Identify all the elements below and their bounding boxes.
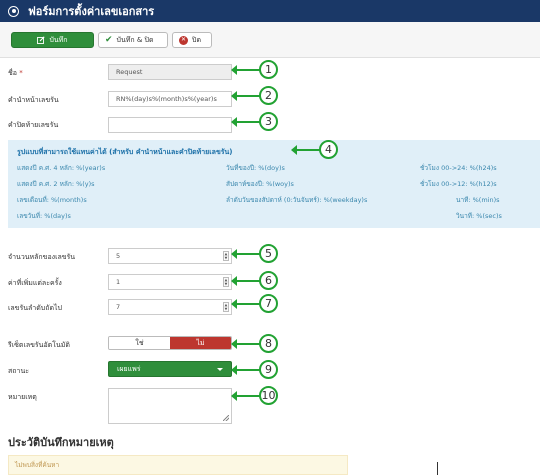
required-marker: * xyxy=(19,69,23,77)
prefix-label: คำนำหน้าเลขรัน xyxy=(8,96,59,104)
callout-arrow xyxy=(231,65,260,75)
note-label: หมายเหตุ xyxy=(8,393,37,401)
next-number-label: เลขรันลำดับถัดไป xyxy=(8,304,62,312)
increment-stepper[interactable]: 1 ▲ ▼ xyxy=(108,274,232,290)
padding-value: 5 xyxy=(116,252,121,260)
increment-value: 1 xyxy=(116,278,121,286)
status-value: เผยแพร่ xyxy=(117,364,141,373)
note-textarea[interactable] xyxy=(108,388,232,424)
padding-label: จำนวนหลักของเลขรัน xyxy=(8,253,76,261)
save-close-button[interactable]: ✔ บันทึก & ปิด xyxy=(98,32,168,48)
callout-marker: 1 xyxy=(259,60,278,79)
variable-year4: แสดงปี ค.ศ. 4 หลัก: %(year)s xyxy=(17,164,106,172)
history-title: ประวัติบันทึกหมายเหตุ xyxy=(8,436,114,449)
variable-min: นาที: %(min)s xyxy=(456,196,500,204)
callout-marker: 5 xyxy=(259,244,278,263)
callout-arrow xyxy=(231,365,260,375)
toolbar: บันทึก ✔ บันทึก & ปิด ✕ ปิด xyxy=(0,22,540,58)
callout-arrow xyxy=(231,299,260,309)
callout-marker: 8 xyxy=(259,334,278,353)
save-button-label: บันทึก xyxy=(49,35,68,44)
callout-marker: 7 xyxy=(259,294,278,313)
callout-arrow xyxy=(231,117,260,127)
reset-no-option[interactable]: ไม่ xyxy=(170,337,231,349)
callout-arrow xyxy=(231,339,260,349)
suffix-field[interactable] xyxy=(108,117,232,133)
close-button[interactable]: ✕ ปิด xyxy=(172,32,212,48)
variable-doy: วันที่ของปี: %(doy)s xyxy=(226,164,285,172)
reset-yes-option[interactable]: ใช่ xyxy=(109,337,170,349)
callout-arrow xyxy=(231,391,260,401)
spinner-icon[interactable]: ▲ ▼ xyxy=(223,251,229,261)
callout-arrow xyxy=(231,276,260,286)
variables-info-box: รูปแบบที่สามารถใช้แทนค่าได้ (สำหรับ คำนำ… xyxy=(8,140,540,228)
window-titlebar: ฟอร์มการตั้งค่าเลขเอกสาร xyxy=(0,0,540,22)
times-circle-icon: ✕ xyxy=(179,35,188,45)
dot-circle-icon xyxy=(8,5,19,17)
save-button[interactable]: บันทึก xyxy=(11,32,94,48)
edit-icon xyxy=(37,36,46,44)
variable-weekday: ลำดับวันของสัปดาห์ (0:วันจันทร์): %(week… xyxy=(226,196,368,204)
variables-title: รูปแบบที่สามารถใช้แทนค่าได้ (สำหรับ คำนำ… xyxy=(17,148,233,156)
callout-marker: 10 xyxy=(259,386,278,405)
variable-h12: ชั่วโมง 00->12: %(h12)s xyxy=(420,180,497,188)
name-label: ชื่อ * xyxy=(8,69,23,77)
next-number-stepper[interactable]: 7 ▲ ▼ xyxy=(108,299,232,315)
save-close-button-label: บันทึก & ปิด xyxy=(116,35,154,44)
callout-arrow xyxy=(291,145,320,155)
callout-marker: 2 xyxy=(259,86,278,105)
callout-marker: 6 xyxy=(259,271,278,290)
reset-toggle[interactable]: ใช่ ไม่ xyxy=(108,336,232,350)
callout-marker: 3 xyxy=(259,112,278,131)
next-number-value: 7 xyxy=(116,303,121,311)
increment-label: ค่าที่เพิ่มแต่ละครั้ง xyxy=(8,279,62,287)
callout-marker: 4 xyxy=(319,140,338,159)
history-empty-notice: ไม่พบสิ่งที่ค้นหา xyxy=(8,455,348,475)
name-field[interactable]: Request xyxy=(108,64,232,80)
status-select[interactable]: เผยแพร่ xyxy=(108,361,232,377)
variable-woy: สัปดาห์ของปี: %(woy)s xyxy=(226,180,294,188)
callout-arrow xyxy=(231,249,260,259)
close-button-label: ปิด xyxy=(192,35,201,44)
variable-month: เลขเดือนที่: %(month)s xyxy=(17,196,87,204)
callout-marker: 9 xyxy=(259,360,278,379)
variable-h24: ชั่วโมง 00->24: %(h24)s xyxy=(420,164,497,172)
variable-day: เลขวันที่: %(day)s xyxy=(17,212,71,220)
callout-arrow xyxy=(231,91,260,101)
variable-sec: วินาที: %(sec)s xyxy=(456,212,502,220)
caret-down-icon xyxy=(217,368,223,371)
reset-label: รีเซ็ตเลขรันอัตโนมัติ xyxy=(8,341,70,349)
padding-stepper[interactable]: 5 ▲ ▼ xyxy=(108,248,232,264)
suffix-label: คำปิดท้ายเลขรัน xyxy=(8,121,59,129)
prefix-field[interactable]: RN%(day)s%(month)s%(year)s xyxy=(108,91,232,107)
check-icon: ✔ xyxy=(105,35,113,45)
spinner-icon[interactable]: ▲ ▼ xyxy=(223,277,229,287)
variable-year2: แสดงปี ค.ศ. 2 หลัก: %(y)s xyxy=(17,180,95,188)
page-title: ฟอร์มการตั้งค่าเลขเอกสาร xyxy=(28,5,155,18)
text-cursor xyxy=(437,462,438,475)
resize-grip-icon[interactable] xyxy=(223,415,229,421)
spinner-icon[interactable]: ▲ ▼ xyxy=(223,302,229,312)
status-label: สถานะ xyxy=(8,367,29,375)
